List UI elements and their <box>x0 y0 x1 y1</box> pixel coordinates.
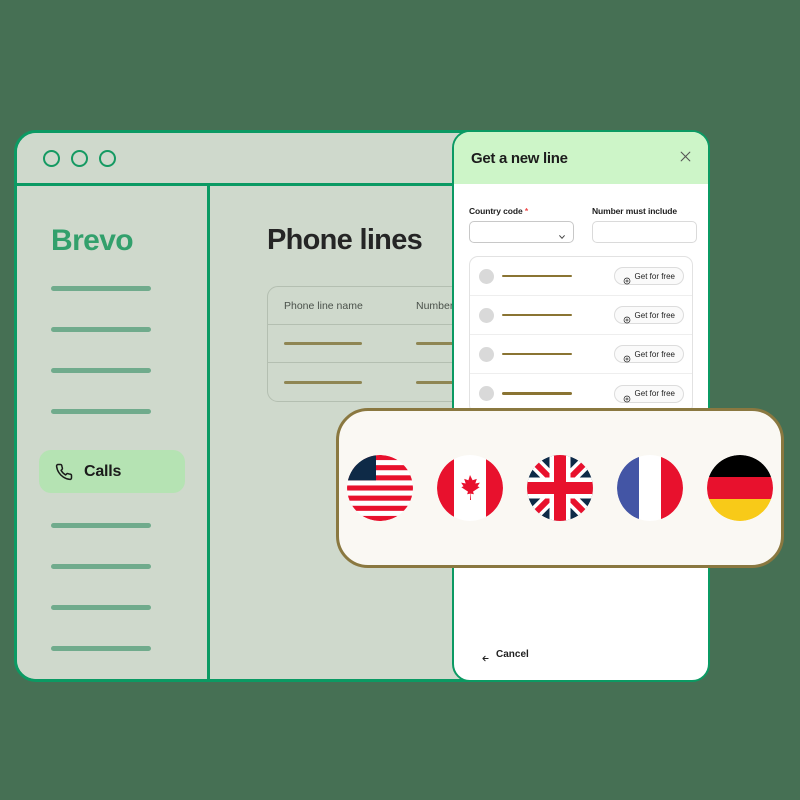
placeholder-bar <box>502 274 572 278</box>
get-for-free-label: Get for free <box>634 389 675 398</box>
phone-icon <box>55 463 73 481</box>
get-for-free-button[interactable]: Get for free <box>613 345 684 363</box>
country-code-label: Country code * <box>469 206 574 216</box>
country-code-field-group: Country code * <box>469 206 574 243</box>
sidebar-placeholder-item[interactable] <box>51 368 151 373</box>
plus-circle-icon <box>623 390 631 402</box>
placeholder-bar <box>284 380 362 384</box>
cancel-button[interactable]: Cancel <box>496 649 529 660</box>
plus-circle-icon <box>623 350 631 363</box>
placeholder-bar <box>502 392 572 395</box>
flag-canada <box>437 455 503 521</box>
placeholder-bar <box>502 352 572 356</box>
sidebar: Brevo Calls <box>17 186 210 679</box>
get-for-free-button[interactable]: Get for free <box>613 267 684 285</box>
get-for-free-button[interactable]: Get for free <box>613 306 684 324</box>
sidebar-placeholder-item[interactable] <box>51 327 151 332</box>
plus-circle-icon <box>623 272 631 285</box>
avatar <box>479 268 494 284</box>
get-for-free-label: Get for free <box>634 271 675 281</box>
country-code-select[interactable] <box>469 221 574 243</box>
avatar <box>479 386 494 401</box>
modal-footer: Cancel <box>454 649 708 680</box>
flag-united-states <box>347 455 413 521</box>
sidebar-placeholder-item[interactable] <box>51 564 151 569</box>
number-must-include-label: Number must include <box>592 206 678 216</box>
required-asterisk: * <box>524 206 529 216</box>
cell-phone-line-name <box>268 342 416 345</box>
column-header-phone-line-name: Phone line name <box>284 299 363 312</box>
country-flags-card <box>336 408 784 568</box>
get-a-new-line-modal: Get a new line Country code * Number mus… <box>452 130 710 682</box>
modal-form-row: Country code * Number must include <box>469 206 697 243</box>
get-for-free-label: Get for free <box>634 310 675 320</box>
get-for-free-label: Get for free <box>634 349 675 359</box>
flag-germany <box>707 455 773 521</box>
number-must-include-input[interactable] <box>592 221 697 243</box>
available-lines-list: Get for free Get for free Get for free G… <box>469 256 693 414</box>
list-item[interactable]: Get for free <box>470 335 692 374</box>
sidebar-item-calls[interactable]: Calls <box>39 450 185 493</box>
number-must-include-field-group: Number must include <box>592 206 697 243</box>
sidebar-item-calls-label: Calls <box>84 462 122 480</box>
window-dot-2[interactable] <box>71 149 88 167</box>
chevron-down-icon <box>558 228 566 239</box>
sidebar-placeholder-item[interactable] <box>51 523 151 528</box>
window-dot-3[interactable] <box>99 149 116 167</box>
arrow-left-icon <box>481 650 490 662</box>
modal-header: Get a new line <box>454 132 708 184</box>
modal-title: Get a new line <box>471 149 568 167</box>
plus-circle-icon <box>623 311 631 324</box>
sidebar-placeholder-item[interactable] <box>51 605 151 610</box>
list-item[interactable]: Get for free <box>470 296 692 335</box>
sidebar-placeholder-items-top <box>35 286 189 414</box>
avatar <box>479 307 494 323</box>
placeholder-bar <box>284 342 362 345</box>
sidebar-placeholder-items-bottom <box>35 523 189 651</box>
modal-body: Country code * Number must include Get f… <box>454 184 708 414</box>
window-dot-1[interactable] <box>43 149 60 167</box>
placeholder-bar <box>502 313 572 317</box>
brevo-logo: Brevo <box>51 224 134 257</box>
country-code-label-text: Country code <box>469 206 523 216</box>
close-icon[interactable] <box>679 150 692 166</box>
sidebar-placeholder-item[interactable] <box>51 409 151 414</box>
cell-phone-line-name <box>268 380 416 384</box>
get-for-free-button[interactable]: Get for free <box>613 384 684 403</box>
flag-france <box>617 455 683 521</box>
avatar <box>479 346 494 362</box>
sidebar-placeholder-item[interactable] <box>51 286 151 291</box>
sidebar-placeholder-item[interactable] <box>51 646 151 651</box>
list-item[interactable]: Get for free <box>470 257 692 296</box>
flag-united-kingdom <box>527 455 593 521</box>
